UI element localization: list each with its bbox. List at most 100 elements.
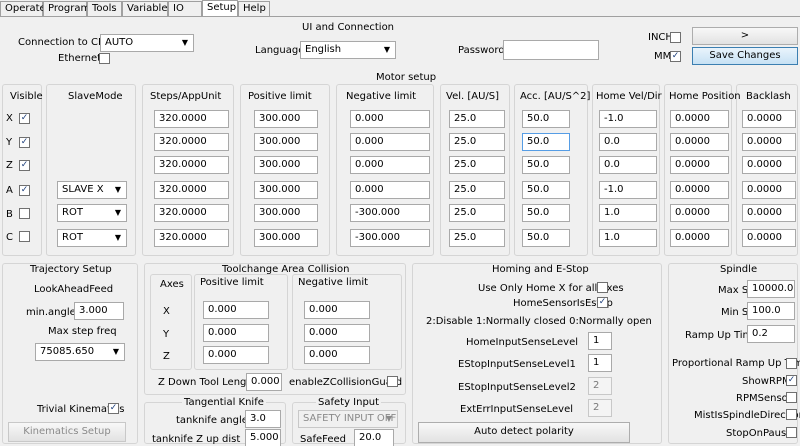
safefeed-input[interactable]: 20.0: [354, 429, 394, 446]
tool-pos-input-z[interactable]: 0.000: [203, 346, 269, 364]
poslimit-input-x[interactable]: 300.000: [254, 110, 318, 128]
trivial-checkbox[interactable]: ✓: [108, 403, 119, 414]
tk-zup-input[interactable]: 5.000: [245, 429, 281, 446]
sensor-estop-checkbox[interactable]: ✓: [597, 297, 608, 308]
maxs-input[interactable]: 10000.0: [747, 280, 795, 298]
homepos-input-z[interactable]: 0.0000: [670, 156, 729, 174]
zdown-input[interactable]: 0.000: [246, 373, 282, 391]
neglimit-input-y[interactable]: 0.000: [350, 133, 430, 151]
stoponpause-checkbox[interactable]: [786, 427, 797, 438]
visible-checkbox-c[interactable]: [19, 231, 30, 242]
maxstep-select[interactable]: 75085.650 ▼: [35, 343, 125, 361]
minangle-input[interactable]: 3.000: [74, 302, 124, 320]
neglimit-input-b[interactable]: -300.000: [350, 204, 430, 222]
tk-angle-input[interactable]: 3.0: [245, 410, 281, 428]
acc-input-b[interactable]: 50.0: [522, 204, 570, 222]
steps-input-y[interactable]: 320.0000: [154, 133, 229, 151]
poslimit-input-a[interactable]: 300.000: [254, 181, 318, 199]
homepos-input-c[interactable]: 0.0000: [670, 229, 729, 247]
safety-select[interactable]: SAFETY INPUT OFF ▼: [298, 410, 398, 428]
steps-input-b[interactable]: 320.0000: [154, 204, 229, 222]
poslimit-input-z[interactable]: 300.000: [254, 156, 318, 174]
neglimit-input-c[interactable]: -300.000: [350, 229, 430, 247]
estop2-sense-input[interactable]: 2: [588, 377, 612, 395]
homevel-input-x[interactable]: -1.0: [599, 110, 657, 128]
backlash-input-y[interactable]: 0.0000: [742, 133, 796, 151]
connection-select[interactable]: AUTO ▼: [100, 34, 194, 52]
rpmsensor-checkbox[interactable]: [786, 392, 797, 403]
slave-select-c[interactable]: ROT ▼: [57, 229, 127, 247]
steps-input-z[interactable]: 320.0000: [154, 156, 229, 174]
tool-pos-input-y[interactable]: 0.000: [203, 324, 269, 342]
arrow-button[interactable]: >: [692, 27, 798, 45]
tool-pos-input-x[interactable]: 0.000: [203, 301, 269, 319]
showrpm-checkbox[interactable]: ✓: [786, 375, 797, 386]
mist-checkbox[interactable]: [786, 409, 797, 420]
tab-io[interactable]: IO: [168, 1, 202, 16]
homepos-input-y[interactable]: 0.0000: [670, 133, 729, 151]
mm-checkbox[interactable]: ✓: [670, 51, 681, 62]
estop1-sense-input[interactable]: 1: [588, 354, 612, 372]
tab-setup[interactable]: Setup: [202, 0, 238, 17]
neglimit-input-a[interactable]: 0.000: [350, 181, 430, 199]
visible-checkbox-a[interactable]: ✓: [19, 185, 30, 196]
slave-select-a[interactable]: SLAVE X ▼: [57, 181, 127, 199]
acc-input-x[interactable]: 50.0: [522, 110, 570, 128]
backlash-input-b[interactable]: 0.0000: [742, 204, 796, 222]
language-select[interactable]: English ▼: [300, 41, 396, 59]
neglimit-input-x[interactable]: 0.000: [350, 110, 430, 128]
homepos-input-x[interactable]: 0.0000: [670, 110, 729, 128]
homevel-input-b[interactable]: 1.0: [599, 204, 657, 222]
backlash-input-c[interactable]: 0.0000: [742, 229, 796, 247]
tab-operate[interactable]: Operate: [0, 1, 46, 16]
neglimit-input-z[interactable]: 0.000: [350, 156, 430, 174]
vel-input-x[interactable]: 25.0: [449, 110, 505, 128]
homevel-input-a[interactable]: -1.0: [599, 181, 657, 199]
tab-help[interactable]: Help: [238, 1, 270, 16]
ethernet-checkbox[interactable]: [99, 53, 110, 64]
home-sense-input[interactable]: 1: [588, 332, 612, 350]
guard-checkbox[interactable]: [387, 376, 398, 387]
poslimit-input-y[interactable]: 300.000: [254, 133, 318, 151]
vel-input-y[interactable]: 25.0: [449, 133, 505, 151]
kinematics-setup-button[interactable]: Kinematics Setup: [8, 422, 126, 442]
usehome-checkbox[interactable]: [597, 282, 608, 293]
steps-input-c[interactable]: 320.0000: [154, 229, 229, 247]
tool-neg-input-z[interactable]: 0.000: [304, 346, 370, 364]
inch-checkbox[interactable]: [670, 32, 681, 43]
tab-tools[interactable]: Tools: [87, 1, 122, 16]
visible-checkbox-x[interactable]: ✓: [19, 113, 30, 124]
visible-checkbox-b[interactable]: [19, 208, 30, 219]
ramp-input[interactable]: 0.2: [747, 325, 795, 343]
homevel-input-y[interactable]: 0.0: [599, 133, 657, 151]
steps-input-x[interactable]: 320.0000: [154, 110, 229, 128]
acc-input-a[interactable]: 50.0: [522, 181, 570, 199]
password-input[interactable]: [503, 40, 599, 60]
homepos-input-a[interactable]: 0.0000: [670, 181, 729, 199]
prop-ramp-checkbox[interactable]: [786, 358, 797, 369]
slave-select-b[interactable]: ROT ▼: [57, 204, 127, 222]
exterr-sense-input[interactable]: 2: [588, 399, 612, 417]
vel-input-a[interactable]: 25.0: [449, 181, 505, 199]
backlash-input-a[interactable]: 0.0000: [742, 181, 796, 199]
acc-input-c[interactable]: 50.0: [522, 229, 570, 247]
homepos-input-b[interactable]: 0.0000: [670, 204, 729, 222]
auto-detect-polarity-button[interactable]: Auto detect polarity: [418, 422, 630, 443]
backlash-input-x[interactable]: 0.0000: [742, 110, 796, 128]
tool-neg-input-x[interactable]: 0.000: [304, 301, 370, 319]
visible-checkbox-y[interactable]: ✓: [19, 137, 30, 148]
tool-neg-input-y[interactable]: 0.000: [304, 324, 370, 342]
visible-checkbox-z[interactable]: ✓: [19, 160, 30, 171]
vel-input-b[interactable]: 25.0: [449, 204, 505, 222]
acc-input-y[interactable]: 50.0: [522, 133, 570, 151]
backlash-input-z[interactable]: 0.0000: [742, 156, 796, 174]
poslimit-input-c[interactable]: 300.000: [254, 229, 318, 247]
save-changes-button[interactable]: Save Changes: [692, 47, 798, 65]
tab-program[interactable]: Program: [43, 1, 90, 16]
homevel-input-z[interactable]: 0.0: [599, 156, 657, 174]
vel-input-c[interactable]: 25.0: [449, 229, 505, 247]
tab-variables[interactable]: Variables: [122, 1, 173, 16]
mins-input[interactable]: 100.0: [747, 302, 795, 320]
poslimit-input-b[interactable]: 300.000: [254, 204, 318, 222]
homevel-input-c[interactable]: 1.0: [599, 229, 657, 247]
